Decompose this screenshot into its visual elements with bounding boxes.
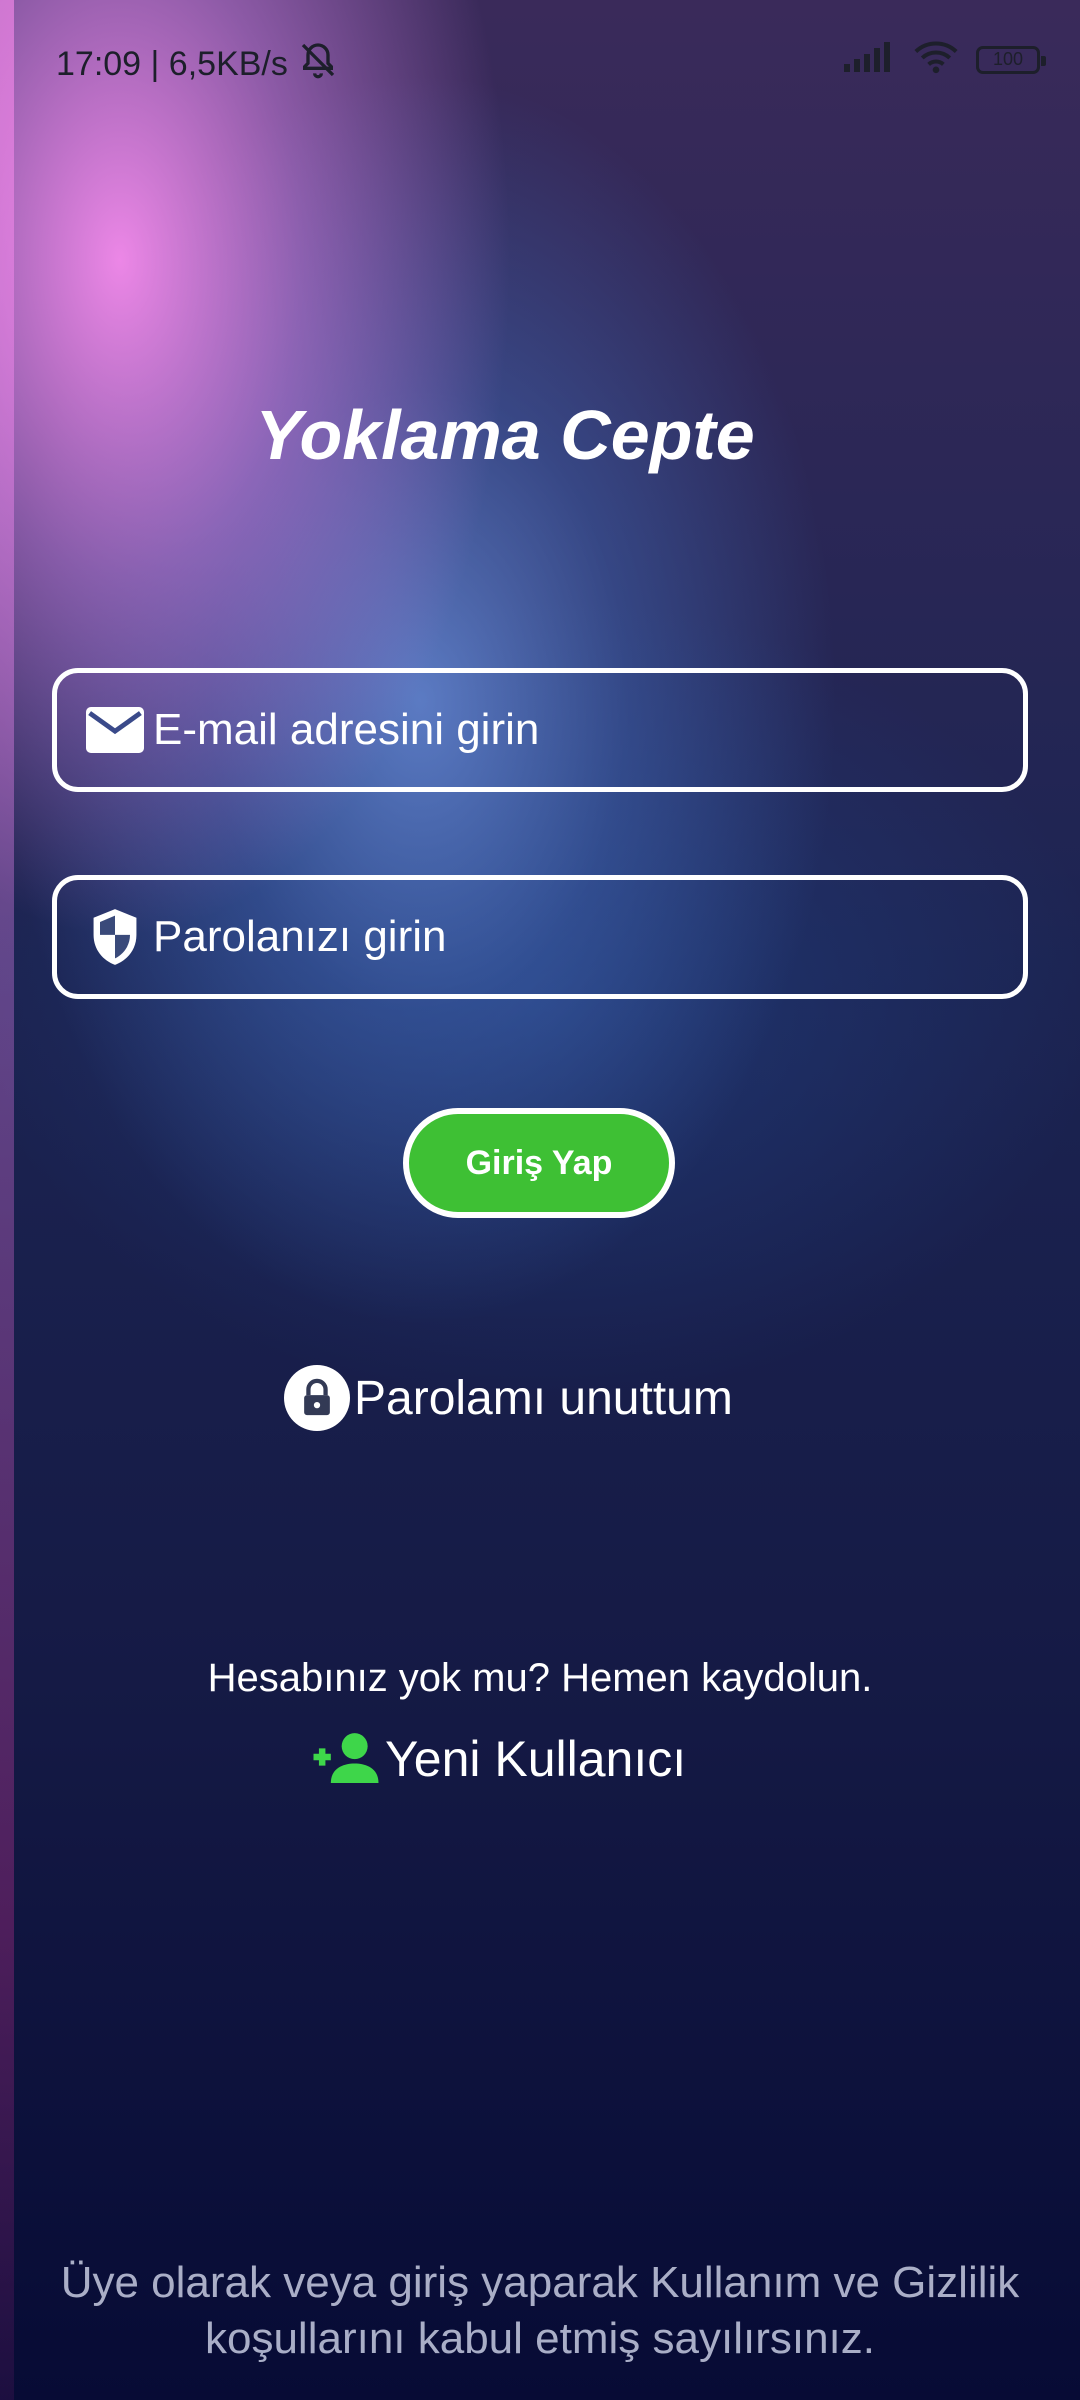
shield-icon xyxy=(85,907,145,967)
email-field[interactable] xyxy=(52,668,1028,792)
forgot-password-label: Parolamı unuttum xyxy=(354,1371,733,1425)
status-time-speed: 17:09 | 6,5KB/s xyxy=(56,45,288,83)
new-user-link[interactable]: Yeni Kullanıcı xyxy=(313,1730,686,1788)
status-right: 100 xyxy=(844,40,1046,79)
add-user-icon xyxy=(313,1731,379,1788)
battery-icon: 100 xyxy=(976,45,1046,74)
password-field[interactable] xyxy=(52,875,1028,999)
terms-line-2: koşullarını kabul etmiş sayılırsınız. xyxy=(204,2314,875,2363)
mail-icon xyxy=(85,700,145,760)
email-input[interactable] xyxy=(153,705,1023,755)
signup-prompt: Hesabınız yok mu? Hemen kaydolun. xyxy=(207,1656,873,1700)
battery-level: 100 xyxy=(992,49,1024,69)
status-left: 17:09 | 6,5KB/s xyxy=(56,40,338,89)
signal-icon xyxy=(844,42,896,77)
wifi-icon xyxy=(914,40,958,79)
lock-icon xyxy=(284,1365,350,1431)
login-button[interactable]: Giriş Yap xyxy=(403,1108,675,1218)
password-input[interactable] xyxy=(153,912,1023,962)
forgot-password-link[interactable]: Parolamı unuttum xyxy=(284,1365,733,1431)
terms-text: Üye olarak veya giriş yaparak Kullanım v… xyxy=(0,2255,1080,2367)
app-title: Yoklama Cepte xyxy=(255,396,755,474)
new-user-label: Yeni Kullanıcı xyxy=(385,1731,687,1787)
bell-off-icon xyxy=(298,40,338,89)
terms-line-1: Üye olarak veya giriş yaparak Kullanım v… xyxy=(60,2258,1020,2307)
status-bar: 17:09 | 6,5KB/s 100 xyxy=(0,0,1080,120)
